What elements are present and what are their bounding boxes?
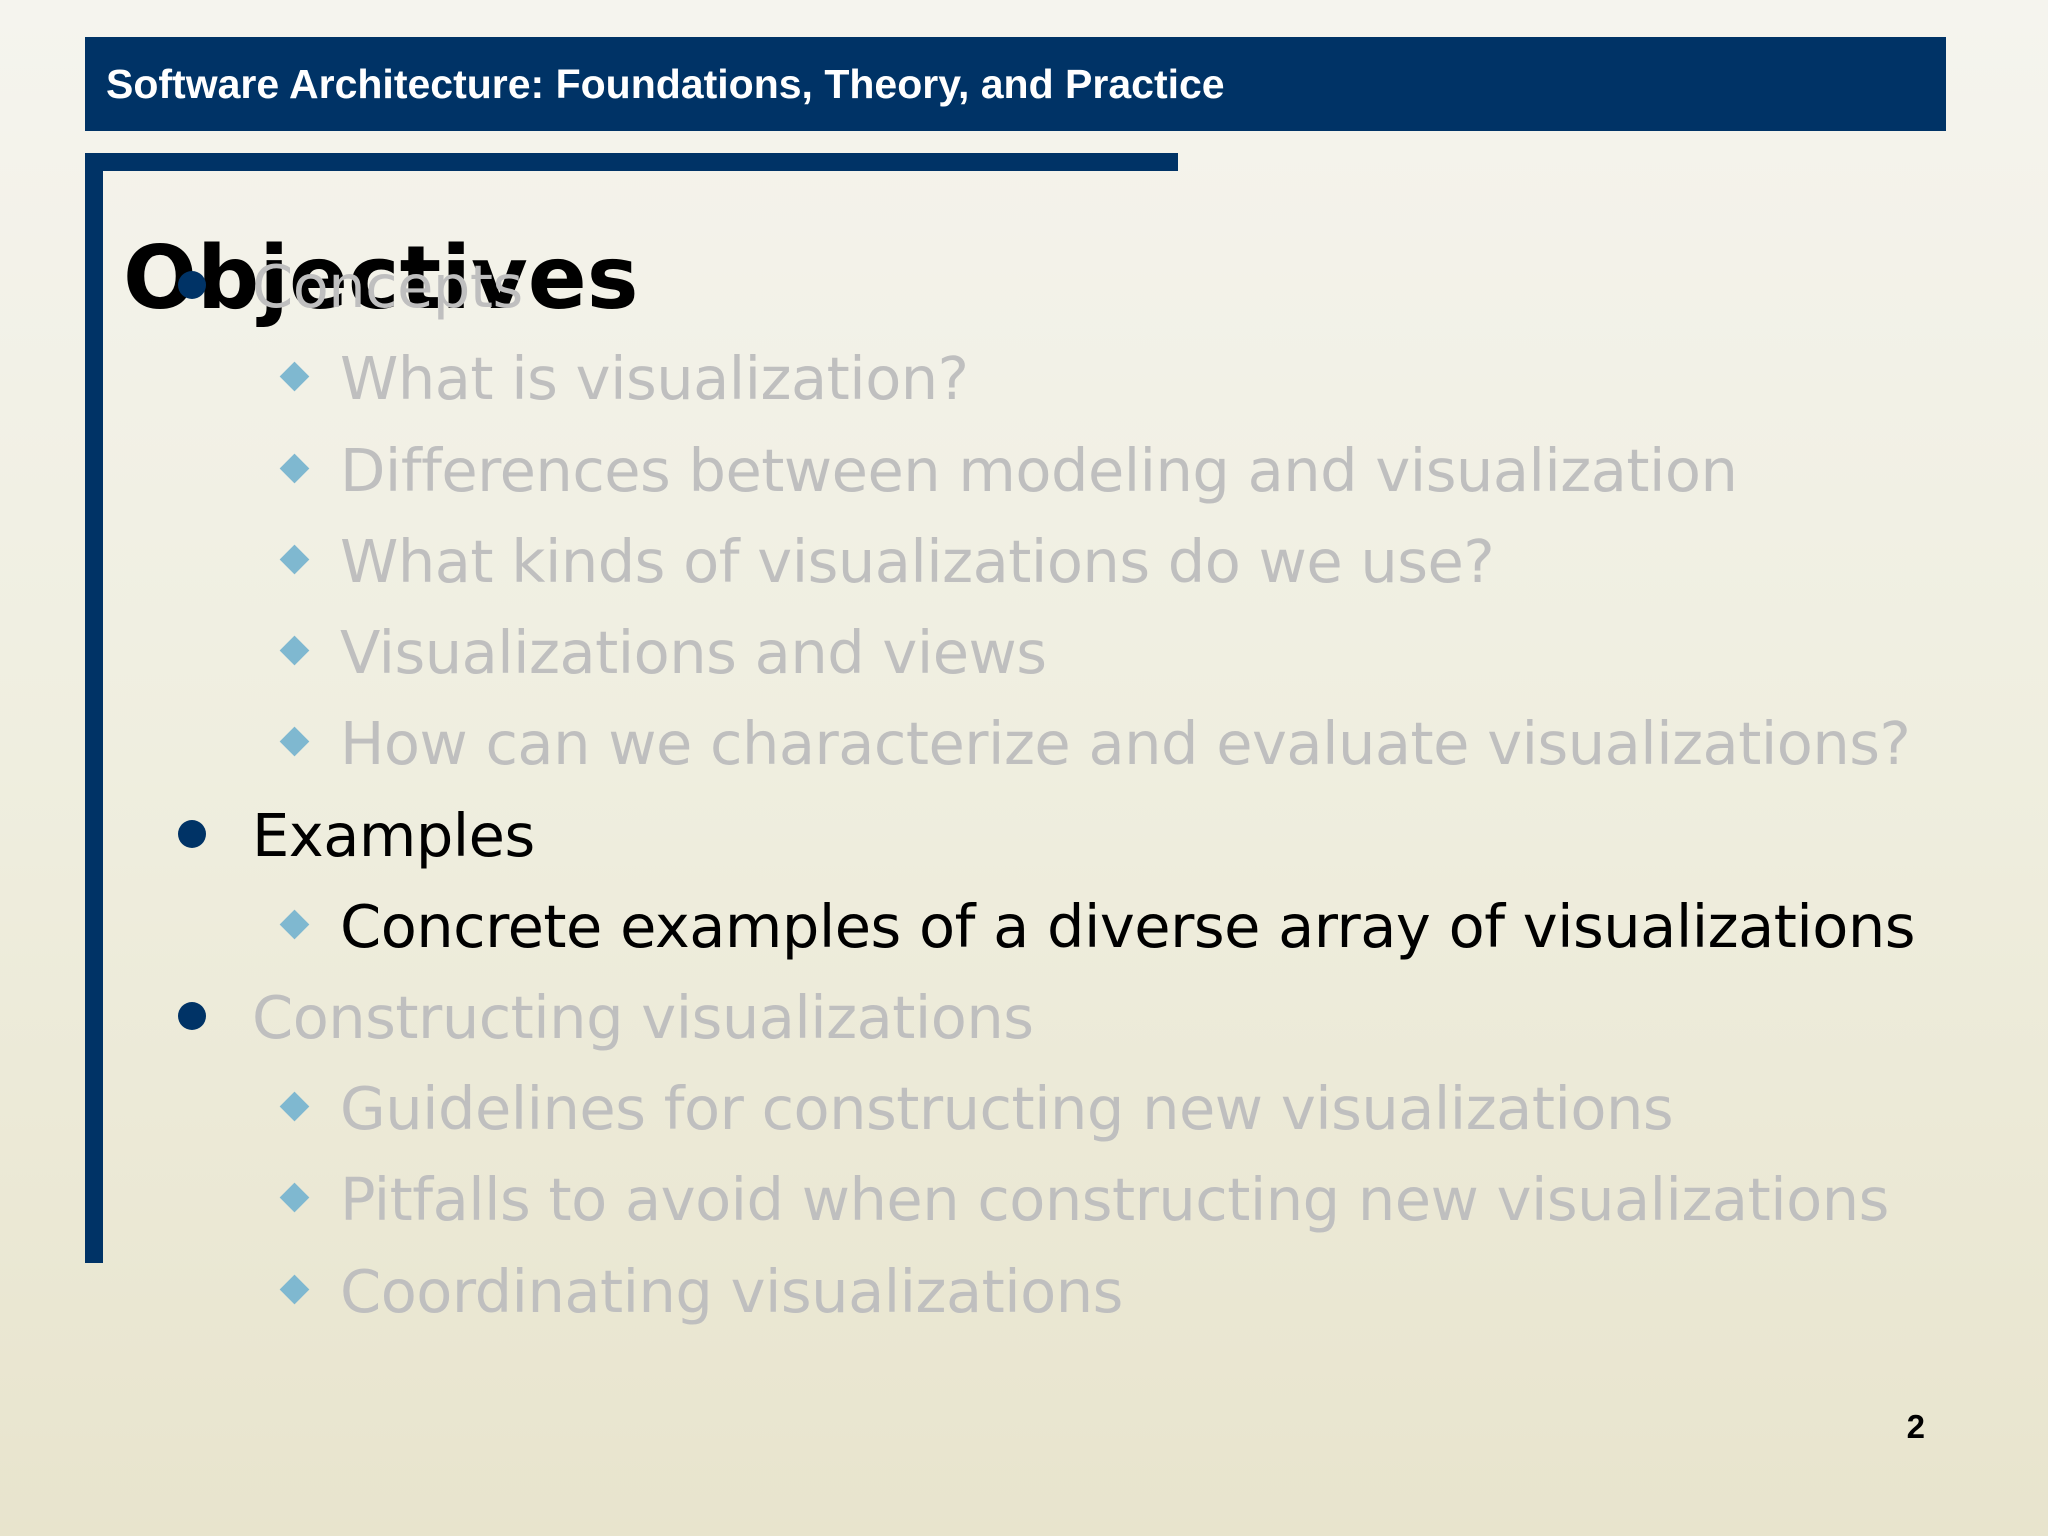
round-bullet-icon xyxy=(178,271,206,299)
bullet-text: Visualizations and views xyxy=(340,618,1047,687)
round-bullet-icon xyxy=(178,1002,206,1030)
bullet-text: Examples xyxy=(252,801,535,870)
round-bullet-icon xyxy=(178,820,206,848)
bullet-text: Pitfalls to avoid when constructing new … xyxy=(340,1165,1889,1234)
bullet-text: What kinds of visualizations do we use? xyxy=(340,527,1495,596)
bullet-text: Coordinating visualizations xyxy=(340,1257,1123,1326)
diamond-bullet-icon xyxy=(279,453,310,484)
diamond-bullet-icon xyxy=(279,635,310,666)
bullet-text: What is visualization? xyxy=(340,344,969,413)
diamond-bullet-icon xyxy=(279,361,310,392)
bullet-text: Concrete examples of a diverse array of … xyxy=(340,892,1916,961)
diamond-bullet-icon xyxy=(279,1091,310,1122)
diamond-bullet-icon xyxy=(279,1182,310,1213)
diamond-bullet-icon xyxy=(279,544,310,575)
diamond-bullet-icon xyxy=(279,909,310,940)
bullet-text: Constructing visualizations xyxy=(252,983,1034,1052)
bullet-text: How can we characterize and evaluate vis… xyxy=(340,709,1911,778)
diamond-bullet-icon xyxy=(279,726,310,757)
bullet-text: Guidelines for constructing new visualiz… xyxy=(340,1074,1674,1143)
diamond-bullet-icon xyxy=(279,1274,310,1305)
bullet-text: Differences between modeling and visuali… xyxy=(340,436,1738,505)
bullet-text: Concepts xyxy=(252,252,523,321)
bullet-list: Concepts What is visualization? Differen… xyxy=(0,0,2048,1536)
